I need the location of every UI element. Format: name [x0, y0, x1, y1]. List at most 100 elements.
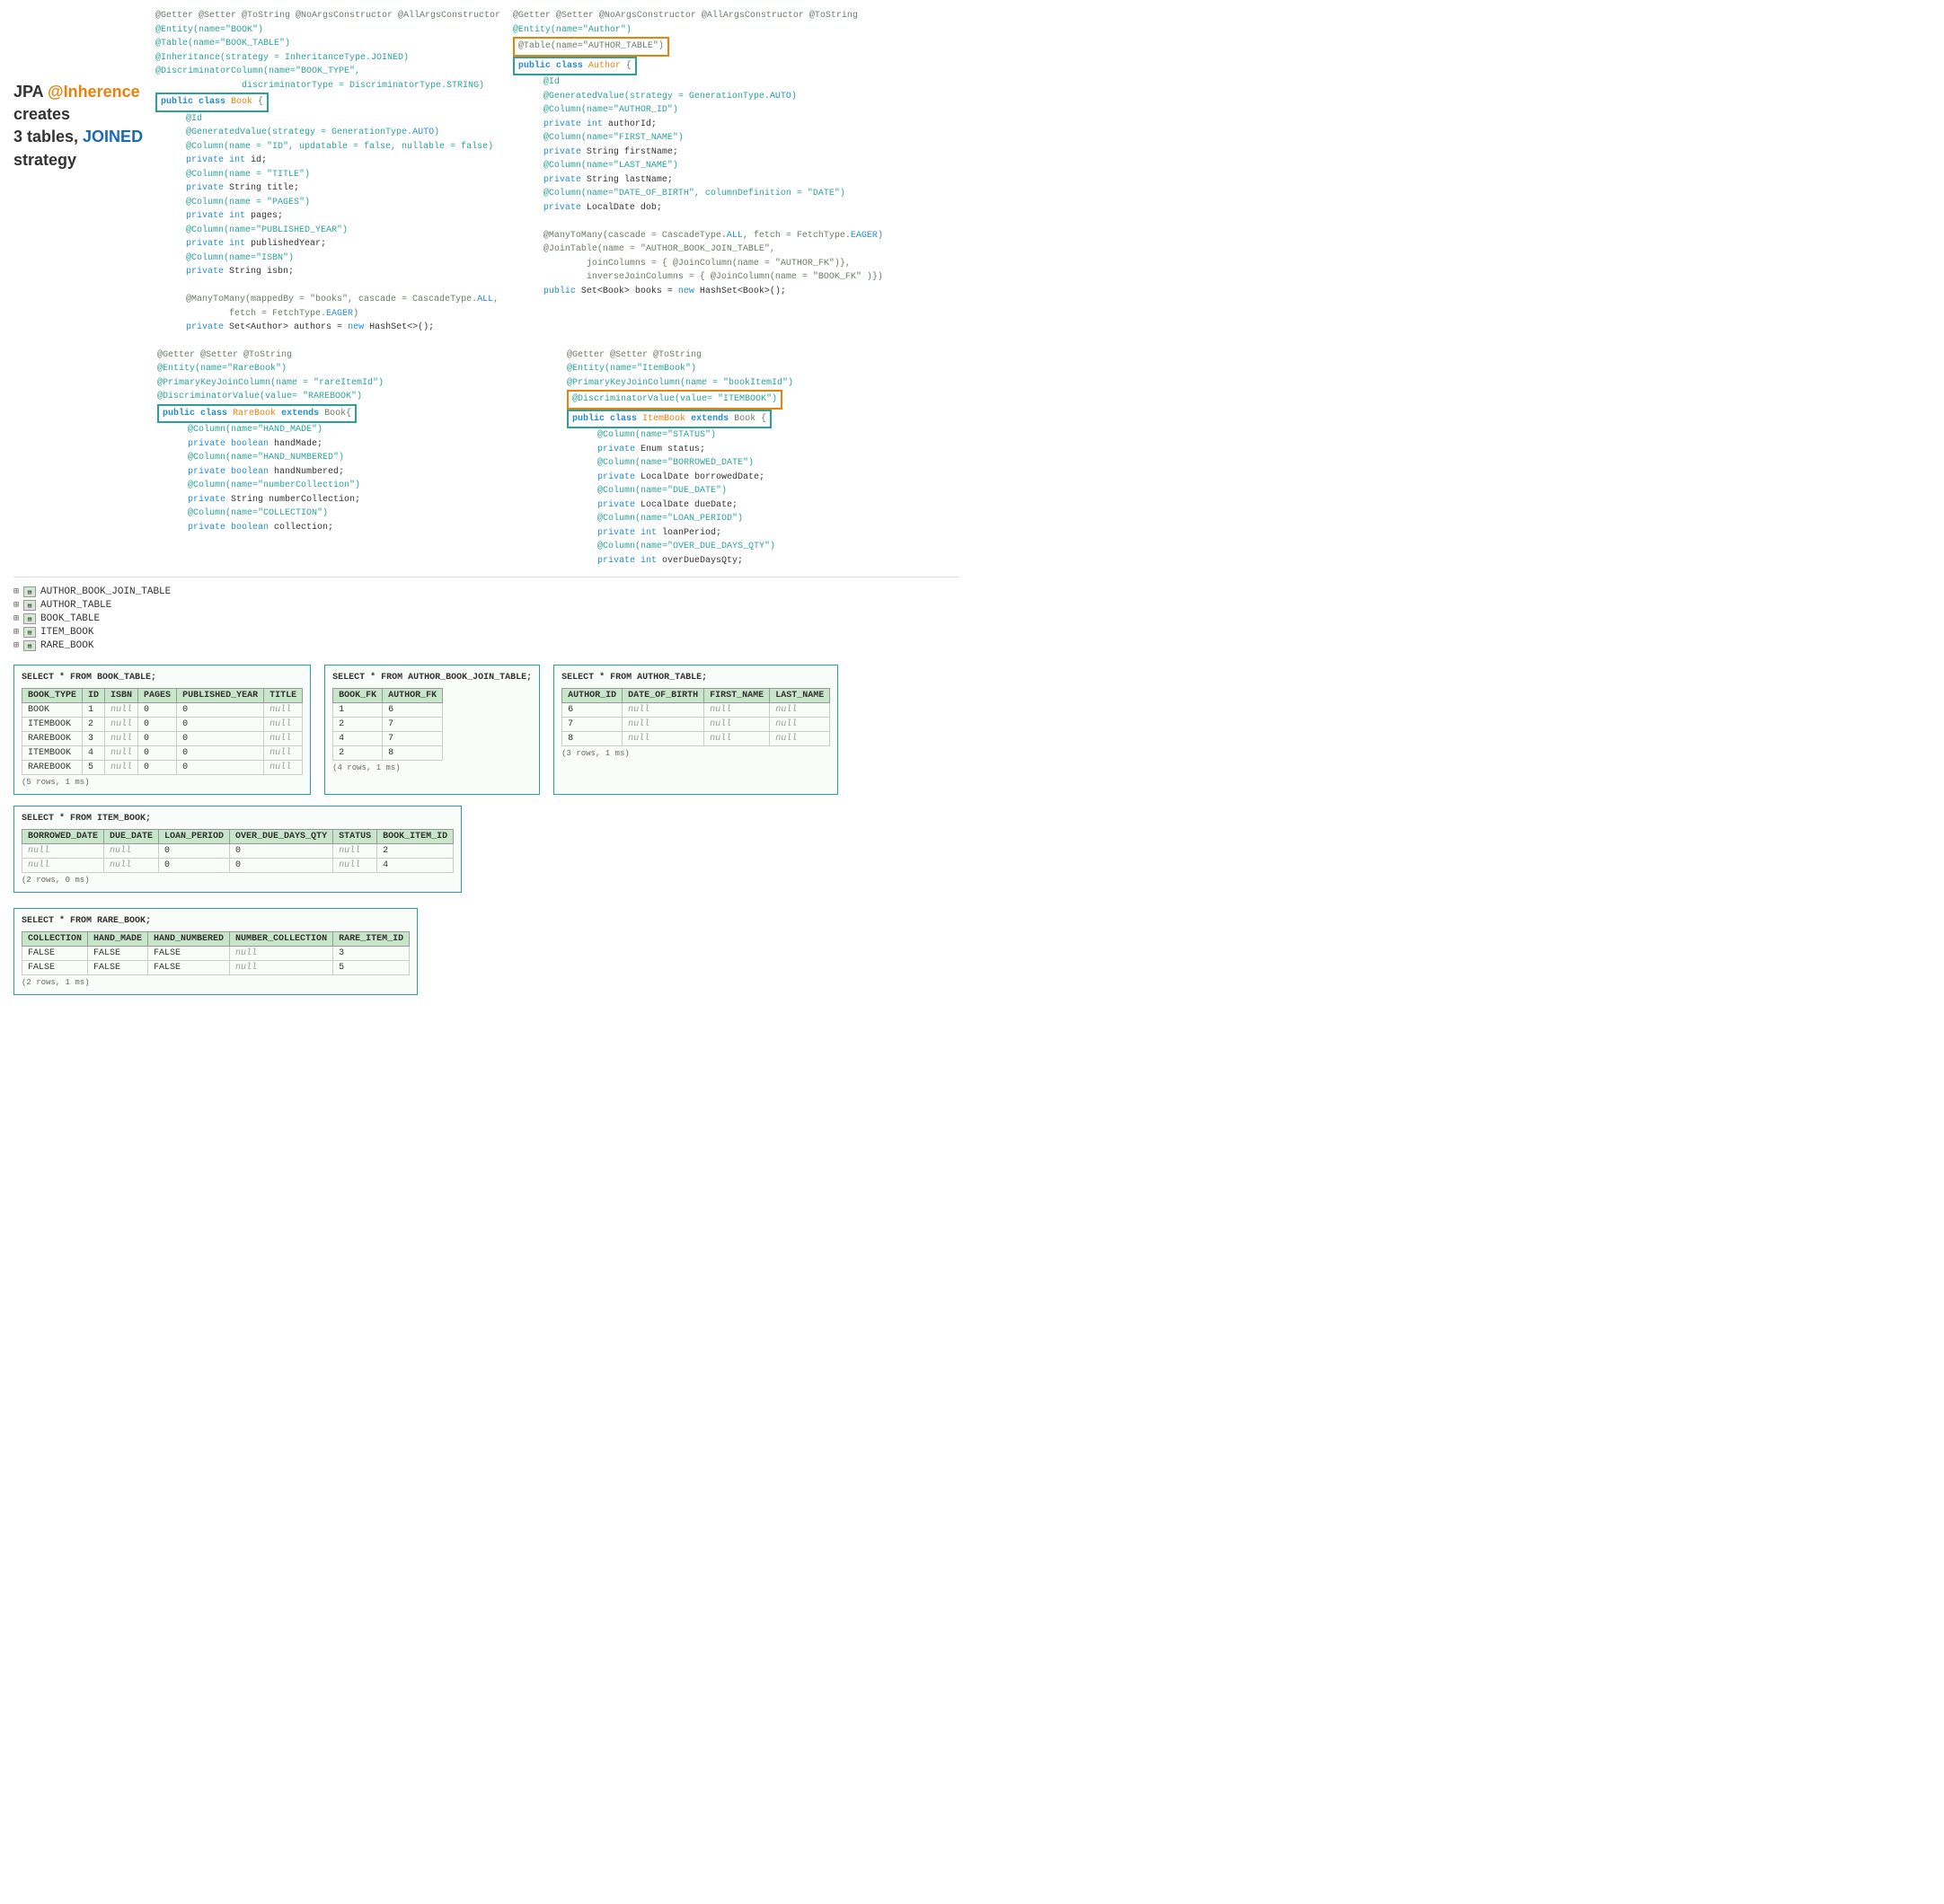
- col-id: ID: [83, 689, 105, 703]
- expand-icon-2[interactable]: ⊞: [13, 613, 19, 624]
- col-rare-item-id: RARE_ITEM_ID: [333, 932, 410, 947]
- col-number-collection: NUMBER_COLLECTION: [230, 932, 333, 947]
- table-row: 16: [333, 703, 443, 718]
- tree-label-3: ITEM_BOOK: [40, 627, 93, 638]
- author-class-code: @Getter @Setter @NoArgsConstructor @AllA…: [504, 9, 959, 335]
- code-section: JPA @Inherence creates3 tables, JOINEDst…: [13, 9, 959, 335]
- book-body: @Id @GeneratedValue(strategy = Generatio…: [155, 112, 504, 335]
- book-annotations: @Getter @Setter @ToString @NoArgsConstru…: [155, 11, 500, 21]
- item-book-sql: SELECT * FROM ITEM_BOOK;: [22, 814, 454, 824]
- tree-label-2: BOOK_TABLE: [40, 613, 100, 624]
- tree-item-0: ⊞ ▤ AUTHOR_BOOK_JOIN_TABLE: [13, 586, 959, 597]
- col-loan-period: LOAN_PERIOD: [159, 830, 230, 844]
- col-first-name: FIRST_NAME: [704, 689, 770, 703]
- author-annotations: @Getter @Setter @NoArgsConstructor @AllA…: [513, 11, 858, 21]
- table-row: ITEMBOOK4null00null: [22, 746, 303, 761]
- col-over-due-days: OVER_DUE_DAYS_QTY: [230, 830, 333, 844]
- table-icon-4: ▤: [23, 640, 36, 651]
- col-hand-numbered: HAND_NUMBERED: [148, 932, 230, 947]
- table-row: 7nullnullnull: [562, 718, 830, 732]
- col-pages: PAGES: [138, 689, 177, 703]
- rare-book-result-container: SELECT * FROM RARE_BOOK; COLLECTION HAND…: [13, 908, 959, 995]
- book-disccolumn: @DiscriminatorColumn(name="BOOK_TYPE",: [155, 66, 360, 76]
- expand-icon-3[interactable]: ⊞: [13, 627, 19, 638]
- table-icon-0: ▤: [23, 586, 36, 597]
- rarebook-class-code: @Getter @Setter @ToString @Entity(name="…: [157, 348, 549, 569]
- book-class-code: @Getter @Setter @ToString @NoArgsConstru…: [155, 9, 504, 335]
- table-row: RAREBOOK3null00null: [22, 732, 303, 746]
- col-author-fk: AUTHOR_FK: [383, 689, 443, 703]
- jpa-label-text: JPA @Inherence creates3 tables, JOINEDst…: [13, 83, 143, 169]
- table-row: FALSEFALSEFALSEnull3: [22, 947, 410, 961]
- author-body: @Id @GeneratedValue(strategy = Generatio…: [513, 75, 959, 298]
- rarebook-annotations: @Getter @Setter @ToString @Entity(name="…: [157, 348, 549, 424]
- book-inheritance: @Inheritance(strategy = InheritanceType.…: [155, 53, 409, 63]
- author-table: @Table(name="AUTHOR_TABLE"): [513, 37, 669, 57]
- expand-icon-0[interactable]: ⊞: [13, 586, 19, 597]
- join-table-footer: (4 rows, 1 ms): [332, 763, 532, 772]
- book-table: @Table(name="BOOK_TABLE"): [155, 39, 290, 48]
- author-table-data: AUTHOR_ID DATE_OF_BIRTH FIRST_NAME LAST_…: [561, 688, 830, 746]
- tree-item-3: ⊞ ▤ ITEM_BOOK: [13, 627, 959, 638]
- col-due-date: DUE_DATE: [104, 830, 159, 844]
- author-table-footer: (3 rows, 1 ms): [561, 749, 830, 758]
- join-table-result: SELECT * FROM AUTHOR_BOOK_JOIN_TABLE; BO…: [324, 665, 540, 795]
- rare-book-data: COLLECTION HAND_MADE HAND_NUMBERED NUMBE…: [22, 931, 410, 975]
- author-table-result: SELECT * FROM AUTHOR_TABLE; AUTHOR_ID DA…: [553, 665, 838, 795]
- col-isbn: ISBN: [105, 689, 138, 703]
- table-row: 6nullnullnull: [562, 703, 830, 718]
- table-row: nullnull00null2: [22, 844, 454, 859]
- col-dob: DATE_OF_BIRTH: [623, 689, 704, 703]
- book-table-result: SELECT * FROM BOOK_TABLE; BOOK_TYPE ID I…: [13, 665, 311, 795]
- table-row: BOOK1null00null: [22, 703, 303, 718]
- rare-book-footer: (2 rows, 1 ms): [22, 978, 410, 987]
- book-table-sql: SELECT * FROM BOOK_TABLE;: [22, 673, 303, 683]
- page: JPA @Inherence creates3 tables, JOINEDst…: [0, 0, 972, 1004]
- col-author-id: AUTHOR_ID: [562, 689, 623, 703]
- tree-label-1: AUTHOR_TABLE: [40, 600, 111, 611]
- rare-book-sql: SELECT * FROM RARE_BOOK;: [22, 916, 410, 926]
- table-row: nullnull00null4: [22, 859, 454, 873]
- col-last-name: LAST_NAME: [770, 689, 830, 703]
- itembook-class-code: @Getter @Setter @ToString @Entity(name="…: [567, 348, 959, 569]
- itembook-body: @Column(name="STATUS") private Enum stat…: [567, 428, 959, 568]
- table-row: FALSEFALSEFALSEnull5: [22, 961, 410, 975]
- expand-icon-1[interactable]: ⊞: [13, 600, 19, 611]
- tree-item-4: ⊞ ▤ RARE_BOOK: [13, 640, 959, 651]
- author-table-sql: SELECT * FROM AUTHOR_TABLE;: [561, 673, 830, 683]
- book-table-data: BOOK_TYPE ID ISBN PAGES PUBLISHED_YEAR T…: [22, 688, 303, 775]
- tree-label-0: AUTHOR_BOOK_JOIN_TABLE: [40, 586, 171, 597]
- table-row: 28: [333, 746, 443, 761]
- item-book-data: BORROWED_DATE DUE_DATE LOAN_PERIOD OVER_…: [22, 829, 454, 873]
- col-published-year: PUBLISHED_YEAR: [177, 689, 264, 703]
- table-icon-2: ▤: [23, 613, 36, 624]
- subclass-section: @Getter @Setter @ToString @Entity(name="…: [13, 348, 959, 569]
- join-table-sql: SELECT * FROM AUTHOR_BOOK_JOIN_TABLE;: [332, 673, 532, 683]
- table-row: 8nullnullnull: [562, 732, 830, 746]
- book-table-footer: (5 rows, 1 ms): [22, 778, 303, 787]
- col-title: TITLE: [264, 689, 303, 703]
- tree-item-1: ⊞ ▤ AUTHOR_TABLE: [13, 600, 959, 611]
- col-collection: COLLECTION: [22, 932, 88, 947]
- table-row: ITEMBOOK2null00null: [22, 718, 303, 732]
- author-entity: @Entity(name="Author"): [513, 25, 632, 35]
- item-book-footer: (2 rows, 0 ms): [22, 876, 454, 885]
- join-table-data: BOOK_FK AUTHOR_FK 16 27 47 28: [332, 688, 443, 761]
- table-row: RAREBOOK5null00null: [22, 761, 303, 775]
- book-class-decl: public class Book {: [155, 93, 269, 112]
- tree-label-4: RARE_BOOK: [40, 640, 93, 651]
- query-results-row1: SELECT * FROM BOOK_TABLE; BOOK_TYPE ID I…: [13, 665, 959, 795]
- table-icon-3: ▤: [23, 627, 36, 638]
- expand-icon-4[interactable]: ⊞: [13, 640, 19, 651]
- db-tree: ⊞ ▤ AUTHOR_BOOK_JOIN_TABLE ⊞ ▤ AUTHOR_TA…: [13, 586, 959, 651]
- col-hand-made: HAND_MADE: [88, 932, 148, 947]
- table-icon-1: ▤: [23, 600, 36, 611]
- tree-item-2: ⊞ ▤ BOOK_TABLE: [13, 613, 959, 624]
- jpa-label: JPA @Inherence creates3 tables, JOINEDst…: [13, 9, 148, 335]
- col-borrowed-date: BORROWED_DATE: [22, 830, 104, 844]
- itembook-annotations: @Getter @Setter @ToString @Entity(name="…: [567, 348, 959, 429]
- item-book-result: SELECT * FROM ITEM_BOOK; BORROWED_DATE D…: [13, 806, 462, 893]
- rarebook-body: @Column(name="HAND_MADE") private boolea…: [157, 423, 549, 534]
- author-class-decl: public class Author {: [513, 57, 637, 76]
- table-row: 27: [333, 718, 443, 732]
